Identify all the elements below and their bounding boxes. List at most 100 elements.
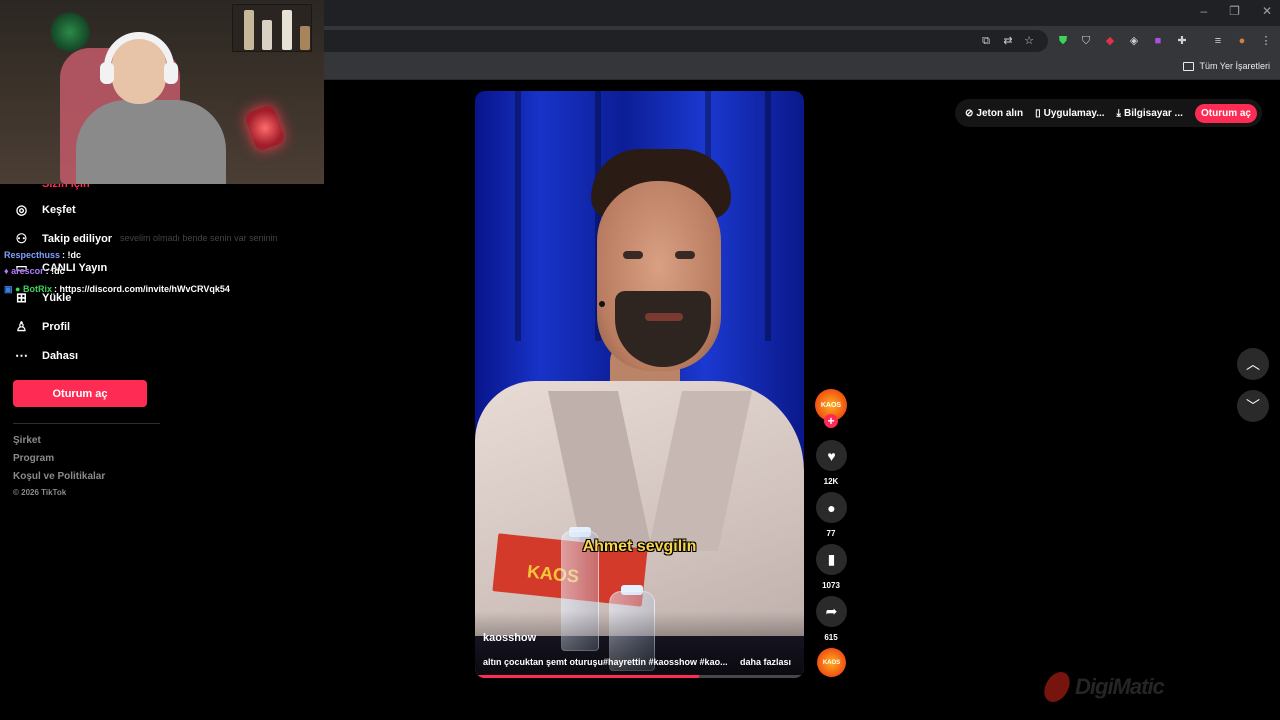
- person-mouth: [645, 313, 683, 321]
- webcam-overlay: [0, 0, 324, 184]
- curtain-fold: [515, 91, 521, 341]
- save-button[interactable]: ▮: [816, 544, 847, 575]
- extension-shield-2-icon[interactable]: ⛉: [1078, 33, 1094, 49]
- comment-button[interactable]: ●: [816, 492, 847, 523]
- curtain-fold: [765, 91, 771, 341]
- get-app-button[interactable]: ▯ Uygulamay...: [1035, 108, 1104, 119]
- chevron-down-icon: ﹀: [1246, 398, 1260, 414]
- chat-message: Respecthuss: !dc: [4, 250, 81, 260]
- chevron-up-icon: ︿: [1246, 356, 1260, 372]
- chat-username: arescor: [11, 266, 44, 276]
- extension-red-icon[interactable]: ◆: [1102, 33, 1118, 49]
- video-caption-shade: [475, 611, 804, 678]
- shelf-bottle: [262, 20, 272, 50]
- bookmark-icon: ▮: [827, 551, 836, 567]
- header-login-button[interactable]: Oturum aç: [1194, 103, 1257, 123]
- shelf-bottle: [282, 10, 292, 50]
- address-bar[interactable]: [300, 30, 1048, 52]
- restore-button[interactable]: ❐: [1229, 4, 1240, 18]
- get-coins-label: Jeton alın: [976, 107, 1024, 119]
- see-more-link[interactable]: daha fazlası: [740, 657, 791, 667]
- minimize-button[interactable]: –: [1200, 4, 1207, 18]
- bookmark-star-icon[interactable]: ☆: [1021, 33, 1037, 49]
- window-controls: – ❐ ✕: [1200, 4, 1272, 18]
- video-progress-bar[interactable]: [475, 675, 804, 678]
- video-progress-fill: [475, 675, 699, 678]
- extension-purple-icon[interactable]: ■: [1150, 33, 1166, 49]
- follow-plus-button[interactable]: +: [824, 414, 838, 428]
- video-caption: altın çocuktan şemt oturuşu#hayrettin #k…: [483, 657, 728, 667]
- video-author[interactable]: kaosshow: [483, 632, 536, 644]
- sidebar-item-label: Keşfet: [42, 203, 76, 216]
- chat-message: ▣ ● BotRix: https://discord.com/invite/h…: [4, 284, 230, 295]
- extension-shield-icon[interactable]: ⛊: [1055, 33, 1071, 49]
- bot-badge-icon: ▣: [4, 284, 13, 294]
- sidebar-item-more[interactable]: ⋯ Dahası: [13, 347, 78, 364]
- footer-link-company[interactable]: Şirket: [13, 435, 41, 446]
- compass-icon: ◎: [15, 201, 28, 217]
- screen: – ❐ ✕ ⧉ ⇄ ☆ ⛊ ⛉ ◆ ◈ ■ ✚ ≡ ● ⋮ Tüm Yer İş…: [0, 0, 1280, 720]
- get-coins-button[interactable]: ⊘ Jeton alın: [965, 108, 1023, 119]
- footer-link-program[interactable]: Program: [13, 453, 54, 464]
- comment-bubble-icon: ●: [827, 499, 836, 516]
- next-video-button[interactable]: ﹀: [1237, 390, 1269, 422]
- desktop-app-label: Bilgisayar ...: [1123, 107, 1183, 119]
- phone-icon: ▯: [1035, 107, 1041, 119]
- all-bookmarks-label: Tüm Yer İşaretleri: [1199, 61, 1270, 71]
- sidebar-login-button[interactable]: Oturum aç: [13, 380, 147, 407]
- install-app-icon[interactable]: ⧉: [978, 33, 994, 49]
- user-plus-icon: ⚇: [15, 230, 28, 246]
- watermark-logo-icon: [1040, 672, 1074, 702]
- sidebar-item-following[interactable]: ⚇ Takip ediliyor: [13, 230, 112, 247]
- previous-video-button[interactable]: ︿: [1237, 348, 1269, 380]
- chat-text: : https://discord.com/invite/hWvCRVqk54: [53, 284, 230, 294]
- heart-icon: ♥: [827, 447, 836, 464]
- close-window-button[interactable]: ✕: [1262, 4, 1272, 18]
- share-button[interactable]: ➦: [816, 596, 847, 627]
- wall-decoration: [50, 10, 90, 54]
- chat-username: Respecthuss: [4, 250, 61, 260]
- chat-text: : !dc: [62, 250, 82, 260]
- headphone-earcup: [100, 62, 114, 84]
- chat-text: : !dc: [45, 266, 65, 276]
- comment-count: 77: [826, 529, 836, 538]
- video-subtitle: Ahmet sevgilin: [582, 538, 697, 555]
- footer-link-terms[interactable]: Koşul ve Politikalar: [13, 471, 105, 482]
- bits-badge-icon: ♦: [4, 266, 9, 276]
- desktop-app-button[interactable]: ⤓ Bilgisayar ...: [1117, 108, 1183, 119]
- video-player[interactable]: KAOS Ahmet sevgilin kaosshow altın çocuk…: [475, 91, 804, 678]
- sidebar-item-label: Takip ediliyor: [42, 232, 113, 245]
- get-app-label: Uygulamay...: [1043, 107, 1105, 119]
- extension-diamond-icon[interactable]: ◈: [1126, 33, 1142, 49]
- watermark-text: DigiMatic: [1075, 674, 1165, 699]
- headphone-earcup: [164, 62, 178, 84]
- shelf-bottle: [300, 26, 310, 50]
- microphone: [244, 104, 286, 152]
- more-dots-icon: ⋯: [15, 347, 28, 363]
- chat-ghost-line: sevelim olmadı bende senin var seninin: [120, 233, 278, 243]
- verified-badge-icon: ●: [15, 284, 21, 294]
- sidebar-item-label: Dahası: [42, 349, 79, 362]
- download-icon: ⤓: [1116, 107, 1121, 119]
- sidebar-item-explore[interactable]: ◎ Keşfet: [13, 201, 76, 218]
- music-disc-icon[interactable]: KAOS: [817, 648, 846, 677]
- coin-icon: ⊘: [965, 107, 974, 119]
- like-count: 12K: [823, 477, 839, 486]
- like-button[interactable]: ♥: [816, 440, 847, 471]
- sidebar-item-profile[interactable]: ♙ Profil: [13, 318, 70, 335]
- profile-avatar-icon[interactable]: ●: [1234, 33, 1250, 49]
- watermark: DigiMatic: [1040, 672, 1165, 702]
- all-bookmarks-button[interactable]: Tüm Yer İşaretleri: [1183, 61, 1270, 71]
- person-eye: [623, 251, 643, 259]
- extensions-puzzle-icon[interactable]: ✚: [1174, 33, 1190, 49]
- chat-username: BotRix: [22, 284, 52, 294]
- share-arrow-icon: ➦: [825, 603, 838, 619]
- person-eye: [675, 251, 695, 259]
- header-actions: ⊘ Jeton alın ▯ Uygulamay... ⤓ Bilgisayar…: [955, 99, 1262, 127]
- copyright: © 2026 TikTok: [13, 488, 67, 497]
- folder-icon: [1183, 61, 1195, 71]
- browser-menu-icon[interactable]: ⋮: [1258, 33, 1274, 49]
- user-icon: ♙: [15, 318, 28, 334]
- media-controls-icon[interactable]: ≡: [1210, 33, 1226, 49]
- translate-icon[interactable]: ⇄: [1000, 33, 1016, 49]
